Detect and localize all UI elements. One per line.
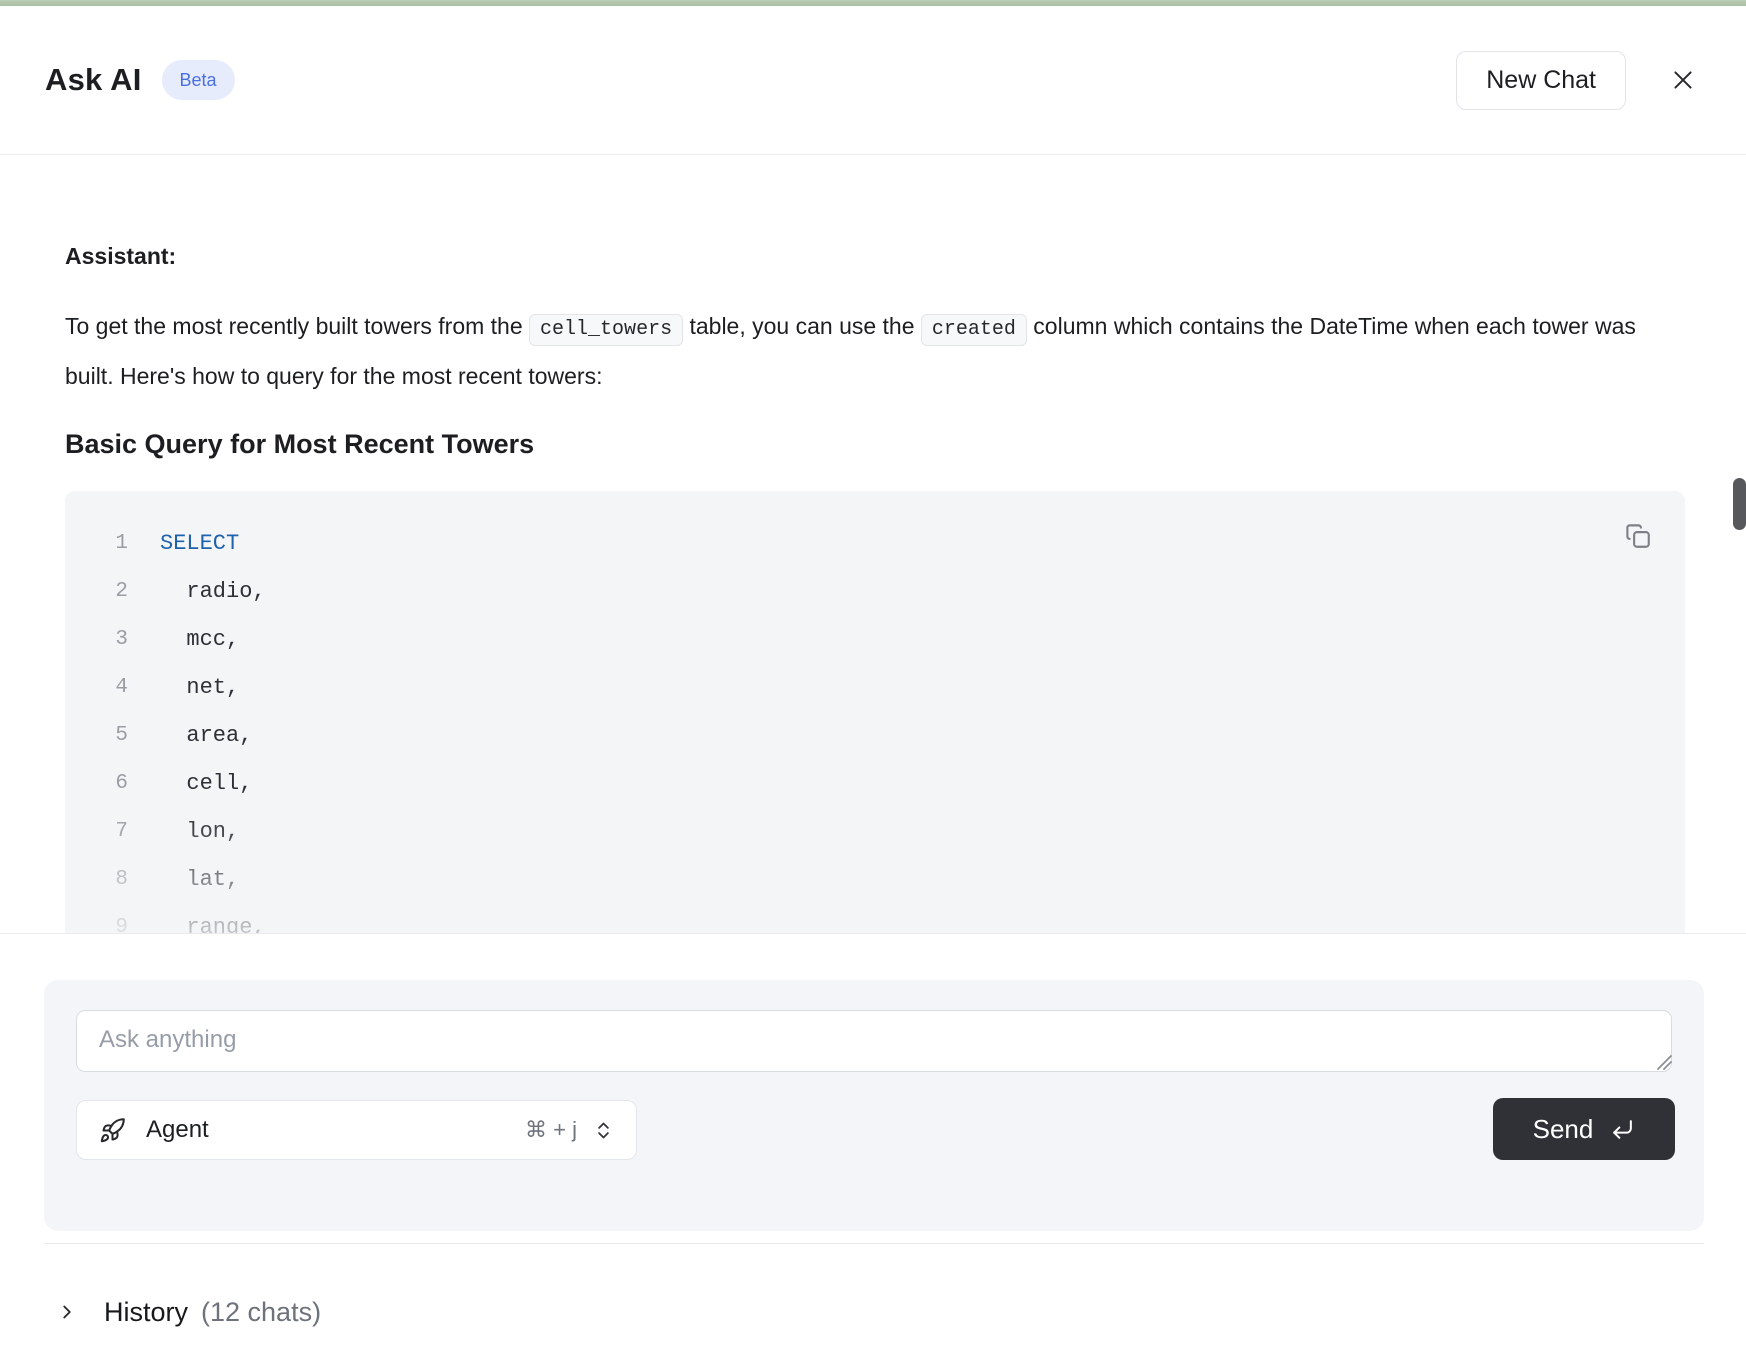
code-line: 3 mcc, <box>65 615 1685 663</box>
chevron-right-icon <box>56 1301 78 1323</box>
line-code: lon, <box>160 819 239 844</box>
send-label: Send <box>1533 1114 1594 1145</box>
copy-code-button[interactable] <box>1620 518 1654 552</box>
composer-panel: Agent ⌘ + j Send <box>44 980 1704 1231</box>
history-toggle[interactable]: History (12 chats) <box>56 1282 321 1342</box>
beta-badge: Beta <box>162 60 235 100</box>
code-line: 5 area, <box>65 711 1685 759</box>
inline-code: created <box>921 314 1027 346</box>
line-number: 7 <box>65 820 128 843</box>
inline-code: cell_towers <box>529 314 683 346</box>
page-title: Ask AI <box>45 62 142 98</box>
history-count: (12 chats) <box>201 1297 321 1328</box>
code-line: 1 SELECT <box>65 519 1685 567</box>
header-actions: New Chat <box>1456 51 1700 110</box>
code-lines: 1SELECT2 radio,3 mcc,4 net,5 area,6 cell… <box>65 491 1685 933</box>
line-number: 1 <box>65 532 128 555</box>
code-line: 2 radio, <box>65 567 1685 615</box>
scrollbar-thumb[interactable] <box>1733 478 1746 530</box>
line-number: 3 <box>65 628 128 651</box>
line-code: range, <box>160 915 266 934</box>
return-icon <box>1610 1117 1635 1142</box>
shortcut-hint: ⌘ + j <box>525 1117 577 1143</box>
history-divider <box>44 1243 1704 1244</box>
code-line: 9 range, <box>65 903 1685 933</box>
assistant-message-area: Assistant: To get the most recently buil… <box>0 155 1746 933</box>
line-number: 5 <box>65 724 128 747</box>
close-button[interactable] <box>1666 63 1700 97</box>
agent-mode-label: Agent <box>146 1116 209 1144</box>
copy-icon <box>1624 522 1651 549</box>
messages-divider <box>0 933 1746 934</box>
history-label: History <box>104 1297 188 1328</box>
code-line: 8 lat, <box>65 855 1685 903</box>
send-button[interactable]: Send <box>1493 1098 1675 1160</box>
assistant-paragraph: To get the most recently built towers fr… <box>65 303 1685 399</box>
line-number: 8 <box>65 868 128 891</box>
section-heading: Basic Query for Most Recent Towers <box>65 429 1685 460</box>
line-code: mcc, <box>160 627 239 652</box>
line-code: area, <box>160 723 252 748</box>
code-line: 4 net, <box>65 663 1685 711</box>
chevrons-up-down-icon <box>593 1120 614 1141</box>
sql-code-block: 1SELECT2 radio,3 mcc,4 net,5 area,6 cell… <box>65 491 1685 933</box>
line-number: 6 <box>65 772 128 795</box>
line-code: lat, <box>160 867 239 892</box>
line-code: cell, <box>160 771 252 796</box>
header: Ask AI Beta New Chat <box>0 6 1746 154</box>
code-line: 6 cell, <box>65 759 1685 807</box>
line-number: 2 <box>65 580 128 603</box>
line-code: net, <box>160 675 239 700</box>
assistant-role-label: Assistant: <box>65 243 1685 270</box>
line-code: radio, <box>160 579 266 604</box>
code-line: 7 lon, <box>65 807 1685 855</box>
paragraph-text: To get the most recently built towers fr… <box>65 313 529 339</box>
close-icon <box>1670 67 1696 93</box>
line-number: 9 <box>65 916 128 934</box>
line-code: SELECT <box>160 531 239 556</box>
agent-mode-selector[interactable]: Agent ⌘ + j <box>76 1100 637 1160</box>
paragraph-text: table, you can use the <box>683 313 921 339</box>
new-chat-button[interactable]: New Chat <box>1456 51 1626 110</box>
mode-selector-right: ⌘ + j <box>525 1117 614 1143</box>
rocket-icon <box>99 1117 126 1144</box>
line-number: 4 <box>65 676 128 699</box>
ask-input[interactable] <box>76 1010 1672 1072</box>
